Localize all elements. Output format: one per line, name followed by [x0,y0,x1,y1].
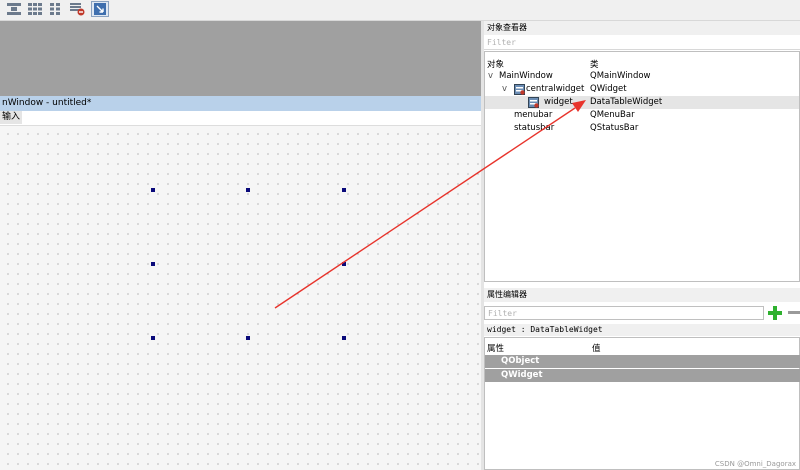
expand-chevron-icon[interactable]: v [488,70,493,83]
property-group-qobject[interactable]: QObject [485,355,800,368]
resize-handle-tl[interactable] [151,188,155,192]
object-inspector-title: 对象查看器 [484,21,800,35]
layout-horizontal-splitter-icon[interactable] [5,1,23,17]
property-filter-input[interactable]: Filter [484,306,764,320]
watermark: CSDN @Omni_Dagorax [714,460,796,468]
property-group-label: QWidget [501,370,543,380]
expand-chevron-icon[interactable]: v [502,83,507,96]
resize-handle-bm[interactable] [246,336,250,340]
tree-class-name: QStatusBar [590,123,639,133]
tree-class-name: DataTableWidget [590,97,663,107]
resize-handle-tr[interactable] [342,188,346,192]
mdi-background [0,21,481,96]
column-header-property[interactable]: 属性 [487,342,504,354]
tree-object-name: MainWindow [499,71,553,81]
resize-handle-ml[interactable] [151,262,155,266]
toolbar [0,0,800,21]
menu-type-here[interactable]: 输入 [0,111,22,124]
resize-handle-tm[interactable] [246,188,250,192]
tree-row-widget[interactable]: widget DataTableWidget [485,96,799,109]
layout-grid-icon[interactable] [26,1,44,17]
break-layout-icon[interactable] [68,1,86,17]
tree-row-mainwindow[interactable]: v MainWindow QMainWindow [485,70,799,83]
resize-handle-br[interactable] [342,336,346,340]
tree-class-name: QWidget [590,84,627,94]
tree-row-menubar[interactable]: menubar QMenuBar [485,109,799,122]
tree-class-name: QMainWindow [590,71,651,81]
property-group-qwidget[interactable]: QWidget [485,369,800,382]
layout-form-icon[interactable] [47,1,65,17]
remove-dynamic-property-icon[interactable] [788,311,800,314]
object-filter-input[interactable]: Filter [484,36,800,50]
property-object-label: widget : DataTableWidget [484,324,800,336]
column-header-value[interactable]: 值 [592,342,601,354]
tree-object-name: centralwidget [526,84,585,94]
resize-handle-bl[interactable] [151,336,155,340]
tree-class-name: QMenuBar [590,110,635,120]
tree-object-name: statusbar [514,123,555,133]
form-window-title[interactable]: nWindow - untitled* [0,96,481,111]
add-dynamic-property-icon[interactable] [767,305,783,321]
tree-object-name: widget [544,97,573,107]
tree-row-centralwidget[interactable]: v centralwidget QWidget [485,83,799,96]
tree-object-name: menubar [514,110,553,120]
form-menubar: 输入 [0,111,481,126]
column-header-class[interactable]: 类 [590,58,599,70]
resize-handle-mr[interactable] [342,262,346,266]
property-editor-title: 属性编辑器 [484,288,800,302]
tree-row-statusbar[interactable]: statusbar QStatusBar [485,122,799,135]
column-header-object[interactable]: 对象 [487,58,504,70]
adjust-size-icon[interactable] [91,1,109,17]
form-canvas[interactable] [0,126,481,470]
property-group-label: QObject [501,356,540,366]
